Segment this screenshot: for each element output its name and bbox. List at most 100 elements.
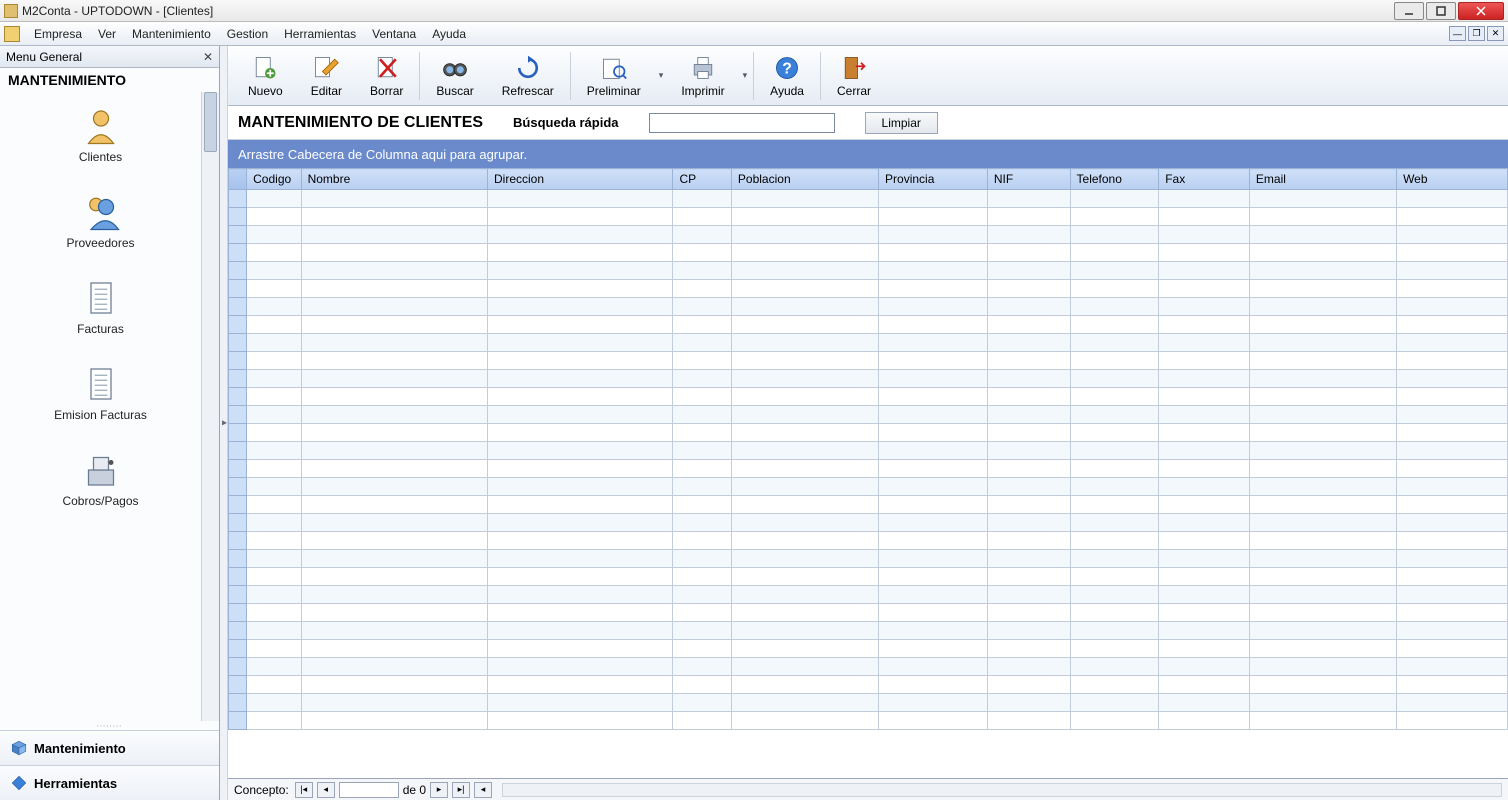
grid-cell[interactable]: [247, 442, 301, 460]
grid-cell[interactable]: [731, 496, 878, 514]
row-header[interactable]: [229, 694, 247, 712]
grid-cell[interactable]: [247, 568, 301, 586]
grid-cell[interactable]: [1397, 604, 1508, 622]
row-header[interactable]: [229, 496, 247, 514]
grid-cell[interactable]: [673, 424, 731, 442]
grid-cell[interactable]: [731, 334, 878, 352]
grid-cell[interactable]: [1159, 532, 1250, 550]
sidebar-item-emision-facturas[interactable]: Emision Facturas: [0, 350, 201, 436]
grid-cell[interactable]: [987, 244, 1070, 262]
table-row[interactable]: [229, 532, 1508, 550]
row-header[interactable]: [229, 406, 247, 424]
grid-cell[interactable]: [1249, 244, 1396, 262]
grid-cell[interactable]: [1397, 352, 1508, 370]
toolbar-editar-button[interactable]: Editar: [297, 46, 356, 105]
grid-cell[interactable]: [731, 370, 878, 388]
grid-cell[interactable]: [731, 262, 878, 280]
sidebar-item-facturas[interactable]: Facturas: [0, 264, 201, 350]
grid-cell[interactable]: [247, 532, 301, 550]
grid-cell[interactable]: [1159, 226, 1250, 244]
grid-cell[interactable]: [1159, 496, 1250, 514]
grid-cell[interactable]: [1249, 406, 1396, 424]
grid-cell[interactable]: [673, 352, 731, 370]
row-header[interactable]: [229, 280, 247, 298]
grid-cell[interactable]: [488, 496, 673, 514]
mdi-minimize-button[interactable]: —: [1449, 26, 1466, 41]
grid-cell[interactable]: [247, 334, 301, 352]
row-header[interactable]: [229, 550, 247, 568]
mdi-close-button[interactable]: ✕: [1487, 26, 1504, 41]
grid-cell[interactable]: [301, 298, 487, 316]
grid-cell[interactable]: [1159, 694, 1250, 712]
grid-cell[interactable]: [731, 586, 878, 604]
pager-next-button[interactable]: ▸: [430, 782, 448, 798]
grid-cell[interactable]: [1249, 586, 1396, 604]
grid-cell[interactable]: [673, 406, 731, 424]
pager-last-button[interactable]: ▸|: [452, 782, 470, 798]
grid-cell[interactable]: [1249, 352, 1396, 370]
grid-cell[interactable]: [673, 622, 731, 640]
grid-cell[interactable]: [987, 622, 1070, 640]
grid-cell[interactable]: [488, 208, 673, 226]
row-header[interactable]: [229, 676, 247, 694]
grid-cell[interactable]: [731, 190, 878, 208]
grid-cell[interactable]: [879, 334, 988, 352]
grid-cell[interactable]: [1397, 658, 1508, 676]
row-header[interactable]: [229, 640, 247, 658]
grid-cell[interactable]: [301, 424, 487, 442]
row-header[interactable]: [229, 352, 247, 370]
grid-cell[interactable]: [879, 496, 988, 514]
table-row[interactable]: [229, 496, 1508, 514]
grid-cell[interactable]: [488, 352, 673, 370]
table-row[interactable]: [229, 280, 1508, 298]
grid-cell[interactable]: [987, 658, 1070, 676]
row-header[interactable]: [229, 604, 247, 622]
grid-cell[interactable]: [247, 640, 301, 658]
grid-cell[interactable]: [1397, 370, 1508, 388]
window-close-button[interactable]: [1458, 2, 1504, 20]
grid-cell[interactable]: [673, 532, 731, 550]
grid-cell[interactable]: [1159, 370, 1250, 388]
grid-cell[interactable]: [1397, 460, 1508, 478]
sidebar-item-proveedores[interactable]: Proveedores: [0, 178, 201, 264]
grid-cell[interactable]: [731, 298, 878, 316]
grid-cell[interactable]: [879, 658, 988, 676]
row-header[interactable]: [229, 712, 247, 730]
grid-cell[interactable]: [987, 406, 1070, 424]
grid-cell[interactable]: [673, 442, 731, 460]
table-row[interactable]: [229, 676, 1508, 694]
clear-search-button[interactable]: Limpiar: [865, 112, 938, 134]
grid-cell[interactable]: [1249, 280, 1396, 298]
grid-cell[interactable]: [301, 640, 487, 658]
grid-cell[interactable]: [673, 298, 731, 316]
table-row[interactable]: [229, 442, 1508, 460]
grid-cell[interactable]: [301, 658, 487, 676]
row-header[interactable]: [229, 460, 247, 478]
grid-cell[interactable]: [987, 370, 1070, 388]
grid-cell[interactable]: [987, 208, 1070, 226]
grid-cell[interactable]: [673, 640, 731, 658]
row-header[interactable]: [229, 316, 247, 334]
table-row[interactable]: [229, 550, 1508, 568]
table-row[interactable]: [229, 334, 1508, 352]
grid-cell[interactable]: [488, 370, 673, 388]
grid-cell[interactable]: [1249, 208, 1396, 226]
column-header-nif[interactable]: NIF: [987, 169, 1070, 190]
grid-cell[interactable]: [247, 550, 301, 568]
grid-cell[interactable]: [987, 640, 1070, 658]
grid-cell[interactable]: [1070, 496, 1159, 514]
grid-cell[interactable]: [1397, 244, 1508, 262]
sidebar-scrollbar[interactable]: [201, 92, 219, 721]
grid-cell[interactable]: [879, 712, 988, 730]
grid-cell[interactable]: [987, 712, 1070, 730]
grid-cell[interactable]: [1397, 676, 1508, 694]
grid-cell[interactable]: [731, 244, 878, 262]
grid-cell[interactable]: [879, 280, 988, 298]
grid-cell[interactable]: [488, 568, 673, 586]
grid-cell[interactable]: [987, 352, 1070, 370]
grid-cell[interactable]: [1070, 280, 1159, 298]
grid-cell[interactable]: [879, 190, 988, 208]
table-row[interactable]: [229, 586, 1508, 604]
grid-cell[interactable]: [488, 640, 673, 658]
grid-cell[interactable]: [673, 370, 731, 388]
